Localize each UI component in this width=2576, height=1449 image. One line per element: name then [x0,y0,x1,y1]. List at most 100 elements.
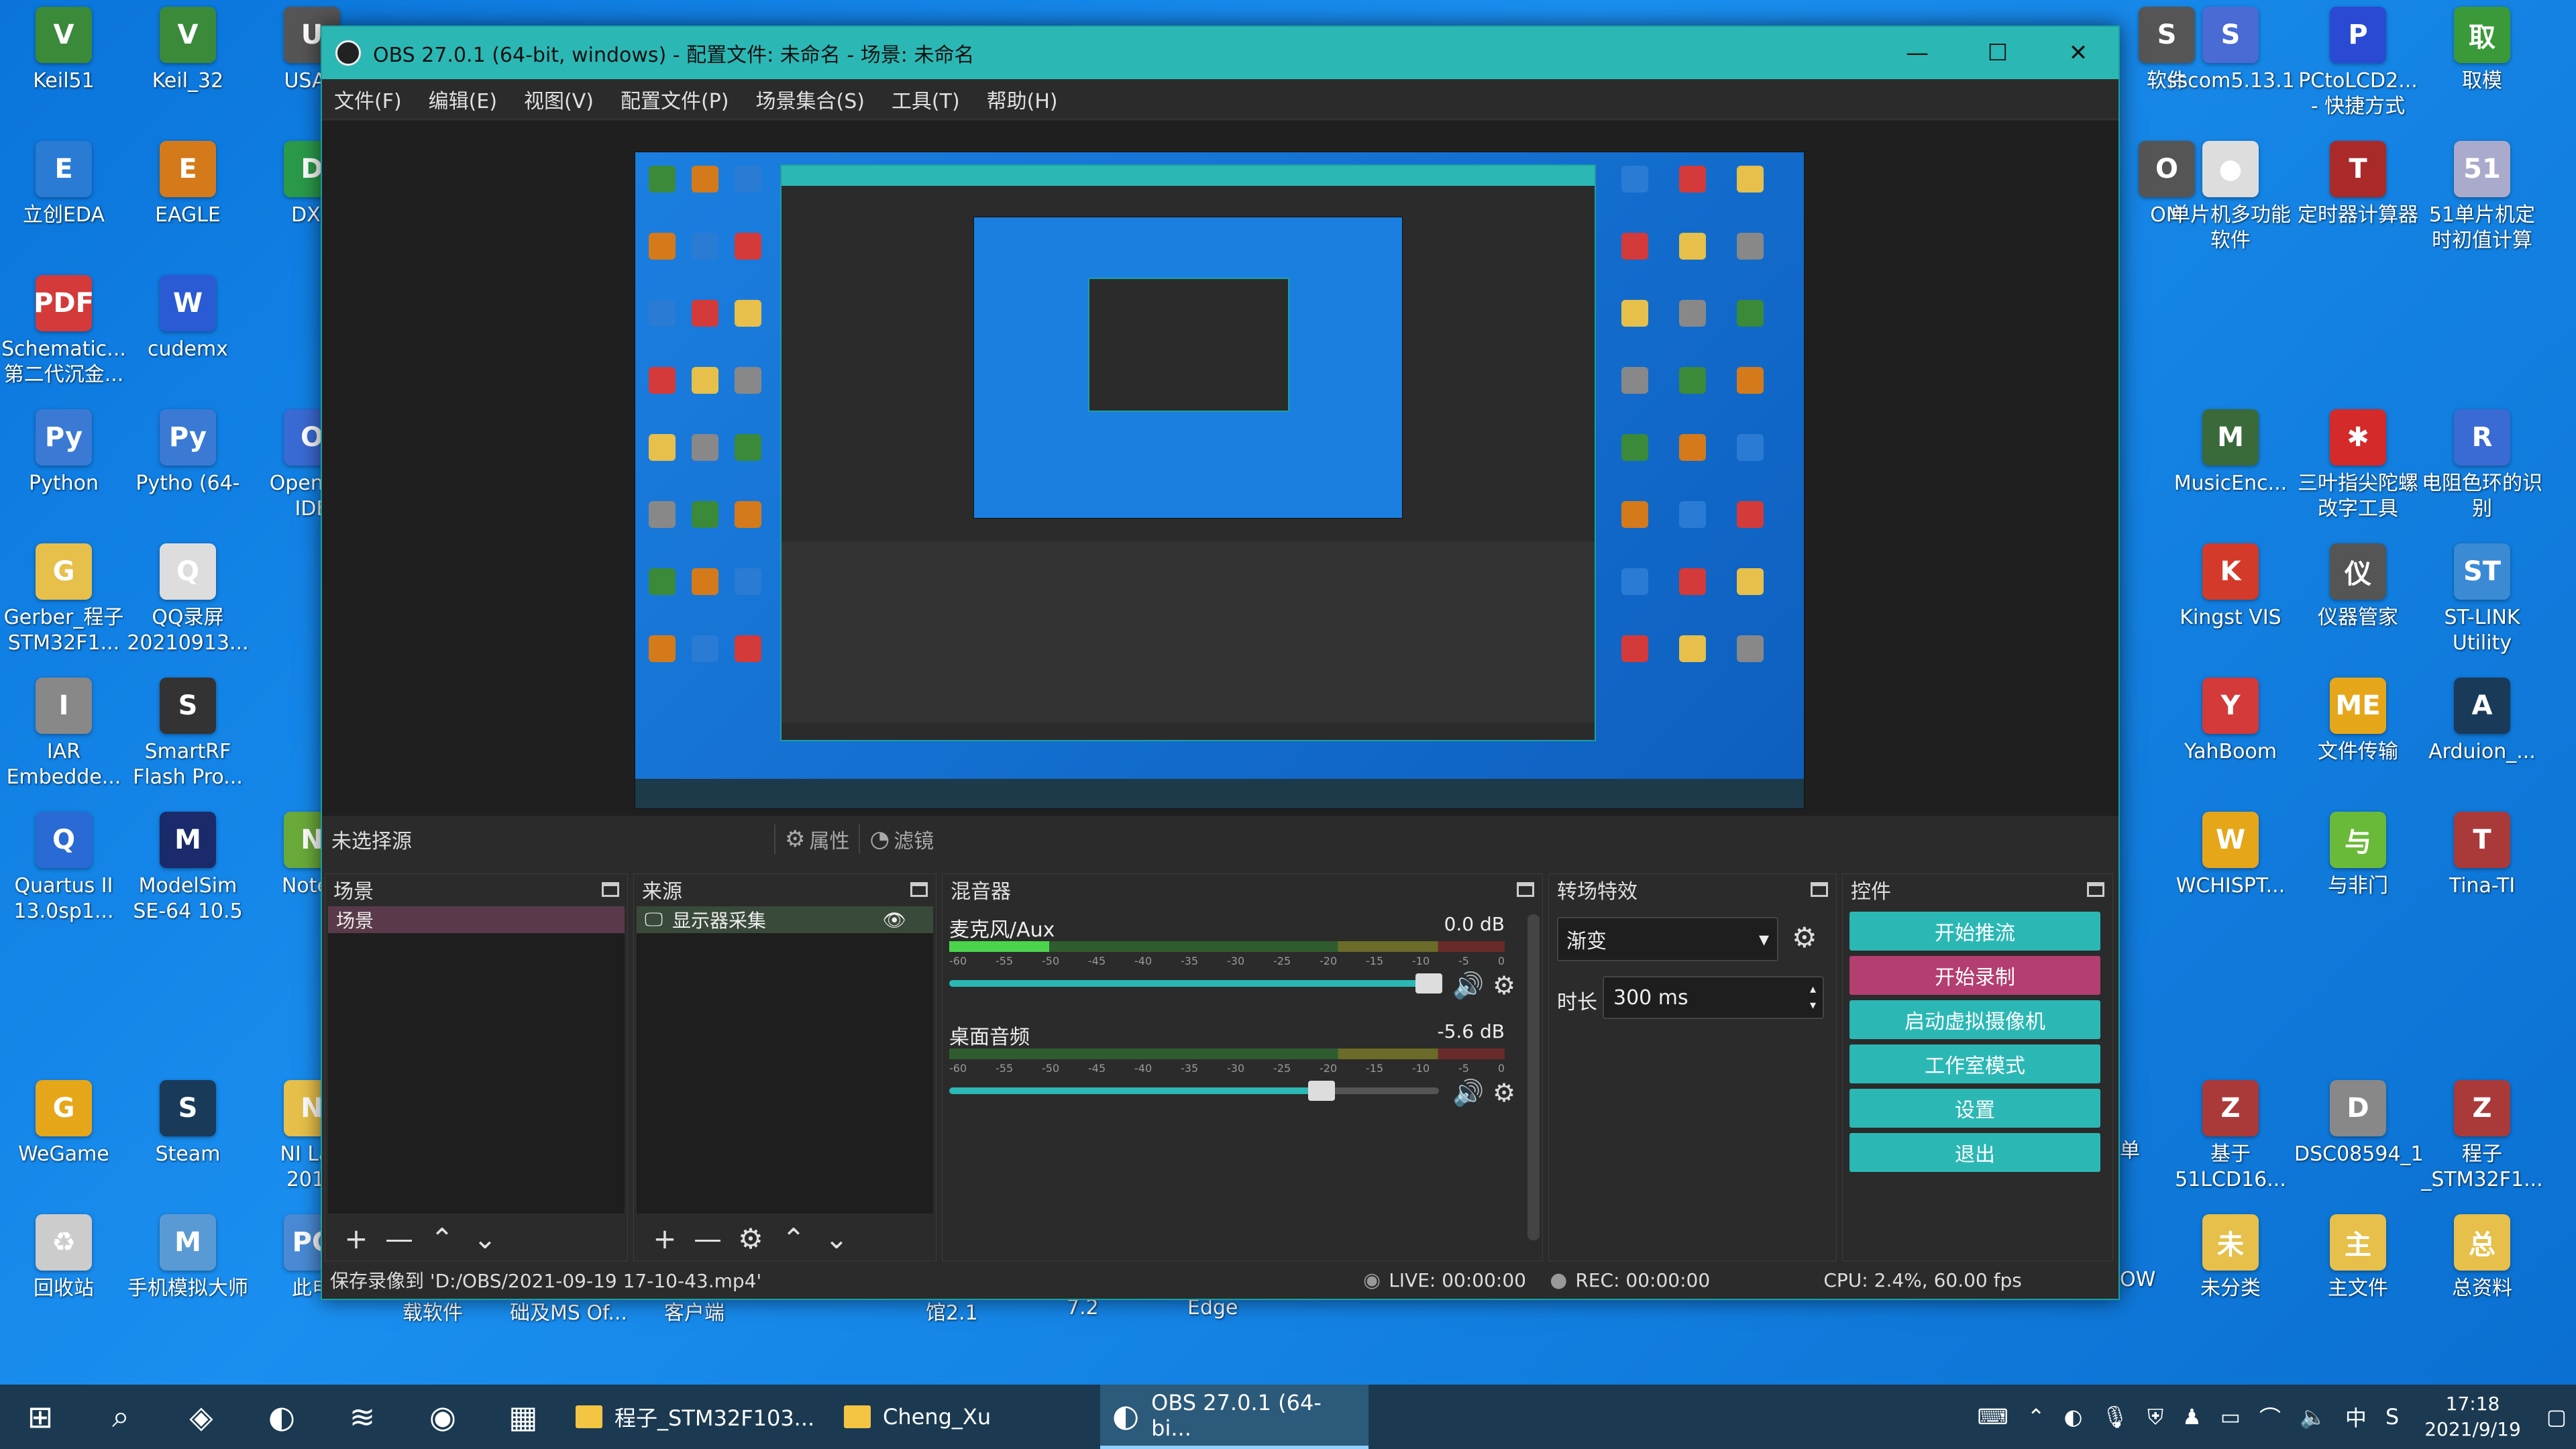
search-icon[interactable]: ⌕ [80,1385,161,1449]
desktop-icon[interactable]: ♻ 回收站 [3,1214,124,1301]
desktop-icon[interactable]: S Steam [127,1080,248,1167]
menu-item[interactable]: 工具(T) [892,85,960,114]
desktop-icon[interactable]: E 立创EDA [3,141,124,228]
chevron-up-icon[interactable]: ⌃ [2027,1404,2045,1430]
microphone-icon[interactable]: 🎙 [2101,1404,2129,1430]
undock-icon[interactable] [910,882,928,897]
desktop-icon[interactable]: M ModelSim SE-64 10.5 [127,812,248,924]
source-footer-button[interactable]: + [643,1222,686,1255]
menu-item[interactable]: 视图(V) [524,85,594,114]
ime-indicator[interactable]: 中 [2345,1401,2367,1432]
desktop-icon[interactable]: 取取模 [2422,7,2542,94]
scene-item[interactable]: 场景 [328,906,625,933]
slider-handle[interactable] [1415,973,1443,994]
gear-icon[interactable]: ⚙ [1493,971,1515,1000]
speaker-icon[interactable]: 🔊 [1452,971,1484,1001]
title-bar[interactable]: OBS 27.0.1 (64-bit, windows) - 配置文件: 未命名… [322,27,2118,79]
volume-slider[interactable] [949,973,1443,994]
notification-icon[interactable]: ▢ [2546,1404,2567,1430]
volume-icon[interactable]: 🔈 [2300,1404,2326,1430]
wifi-icon[interactable]: ⌒ [2259,1401,2281,1432]
desktop-icon[interactable]: K Kingst VIS [2170,543,2291,631]
pinned-app-icon[interactable]: ◈ [161,1385,241,1449]
close-button[interactable]: ✕ [2038,27,2118,79]
desktop-icon[interactable]: Z 基于 51LCD16... [2170,1080,2291,1193]
desktop-icon[interactable]: M MusicEnc... [2170,409,2291,496]
control-button[interactable]: 工作室模式 [1849,1044,2100,1083]
security-icon[interactable]: ⛨ [2147,1404,2163,1430]
preview-canvas[interactable] [635,152,1805,809]
desktop-icon[interactable]: ✱ 三叶指尖陀螺 改字工具 [2298,409,2418,522]
volume-slider[interactable] [949,1081,1439,1101]
sogou-icon[interactable]: S [2385,1404,2399,1430]
undock-icon[interactable] [1517,882,1534,897]
menu-item[interactable]: 编辑(E) [429,85,497,114]
source-footer-button[interactable]: ⌃ [772,1222,815,1255]
transition-select[interactable]: 渐变 ▾ [1557,917,1778,961]
undock-icon[interactable] [1811,882,1828,897]
desktop-icon[interactable]: R 电阻色环的识 别 [2422,409,2542,522]
windows-start-icon[interactable]: ⊞ [0,1385,80,1449]
battery-icon[interactable]: ▭ [2220,1404,2241,1430]
properties-button[interactable]: ⚙ 属性 [774,824,859,854]
desktop-icon[interactable]: 未未分类 [2170,1214,2291,1301]
control-button[interactable]: 退出 [1849,1133,2100,1172]
taskbar-app[interactable]: Cheng_Xu [832,1385,1100,1449]
source-footer-button[interactable]: ⚙ [729,1222,772,1255]
menu-item[interactable]: 帮助(H) [987,85,1058,114]
desktop-icon[interactable]: M 手机模拟大师 [127,1214,248,1301]
mixer-scrollbar[interactable] [1527,914,1540,1240]
pinned-app-icon[interactable]: ≋ [322,1385,402,1449]
desktop-icon[interactable]: W WCHISPT... [2170,812,2291,899]
pinned-app-icon[interactable]: ◉ [402,1385,483,1449]
menu-item[interactable]: 配置文件(P) [621,85,729,114]
desktop-icon[interactable]: 总总资料 [2422,1214,2542,1301]
desktop-icon[interactable]: 主主文件 [2298,1214,2418,1301]
spinner-icon[interactable]: ▴ ▾ [1810,981,1816,1014]
desktop-icon[interactable]: T 定时器计算器 [2298,141,2418,228]
desktop-icon[interactable]: ● 单片机多功能 软件 [2170,141,2291,254]
desktop-icon[interactable]: T Tina-TI [2422,812,2542,899]
desktop-icon[interactable]: 仪仪器管家 [2298,543,2418,631]
desktop-icon[interactable]: 51 51单片机定 时初值计算 [2422,141,2542,254]
maximize-button[interactable]: ☐ [1957,27,2038,79]
filters-button[interactable]: ◔ 滤镜 [859,824,943,854]
control-button[interactable]: 开始推流 [1849,912,2100,951]
scene-footer-button[interactable]: + [335,1222,378,1255]
speaker-icon[interactable]: 🔊 [1452,1078,1484,1108]
menu-item[interactable]: 文件(F) [334,85,402,114]
desktop-icon[interactable]: Y YahBoom [2170,678,2291,765]
control-button[interactable]: 启动虚拟摄像机 [1849,1000,2100,1039]
taskbar-app[interactable]: 程子_STM32F103... [564,1385,832,1449]
desktop-icon[interactable]: Py Pytho (64- [127,409,248,496]
taskbar-app[interactable]: ◐ OBS 27.0.1 (64-bi... [1100,1385,1368,1449]
control-button[interactable]: 开始录制 [1849,956,2100,995]
source-footer-button[interactable]: — [686,1222,729,1255]
desktop-icon[interactable]: D DSC08594_1 [2294,1080,2422,1167]
desktop-icon[interactable]: I IAR Embedde... [3,678,124,790]
menu-item[interactable]: 场景集合(S) [755,85,864,114]
scene-footer-button[interactable]: ⌄ [464,1222,506,1255]
scene-footer-button[interactable]: ⌃ [421,1222,464,1255]
desktop-icon[interactable]: S SmartRF Flash Pro... [127,678,248,790]
desktop-icon[interactable]: PDF Schematic... 第二代沉金... [1,275,126,388]
eye-icon[interactable]: 👁 [882,909,906,931]
desktop-icon[interactable]: G WeGame [3,1080,124,1167]
desktop-icon[interactable]: ME 文件传输 [2298,678,2418,765]
slider-handle[interactable] [1307,1081,1335,1101]
clock[interactable]: 17:18 2021/9/19 [2424,1391,2521,1442]
source-item[interactable]: 🖵 显示器采集 👁 [637,906,933,933]
gear-icon[interactable]: ⚙ [1493,1078,1515,1108]
duration-input[interactable]: 300 ms ▴ ▾ [1603,976,1824,1019]
keyboard-icon[interactable]: ⌨ [1978,1404,2008,1430]
desktop-icon[interactable]: G Gerber_程子 STM32F1... [3,543,124,656]
calculator-icon[interactable]: ▦ [483,1385,564,1449]
edge-icon[interactable]: ◐ [241,1385,322,1449]
scene-footer-button[interactable]: — [378,1222,421,1255]
undock-icon[interactable] [2087,882,2104,897]
desktop-icon[interactable]: Ssscom5.13.1 [2167,7,2294,94]
desktop-icon[interactable]: P PCtoLCD2... - 快捷方式 [2298,7,2418,119]
source-footer-button[interactable]: ⌄ [815,1222,858,1255]
desktop-icon[interactable]: Q QQ录屏 20210913... [127,543,249,656]
desktop-icon[interactable]: ST ST-LINK Utility [2422,543,2542,656]
